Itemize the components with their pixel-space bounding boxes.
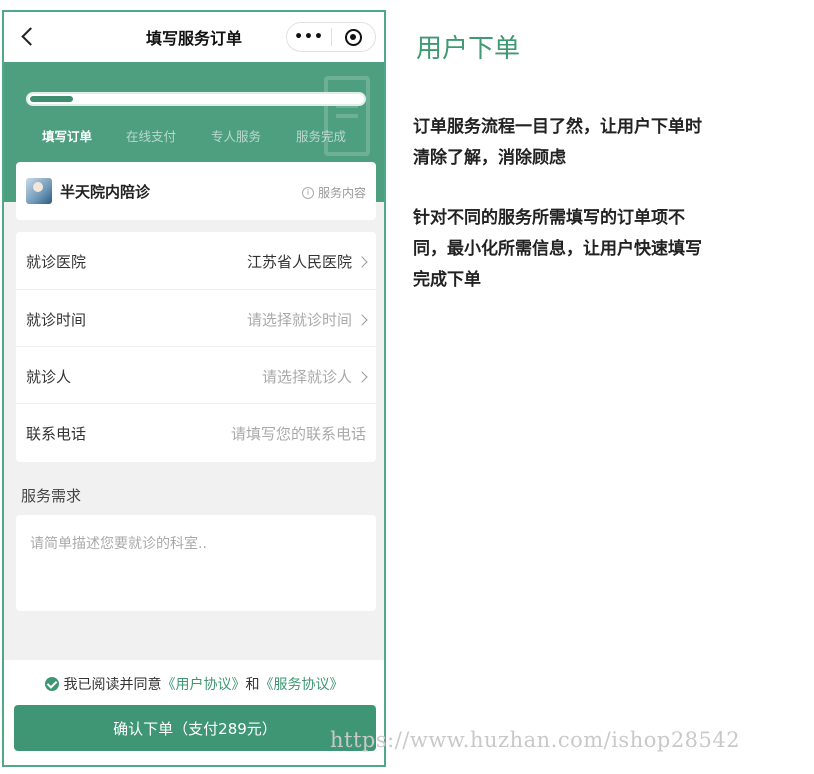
service-agreement-link[interactable]: 《服务协议》 xyxy=(260,674,344,694)
side-paragraph-1: 订单服务流程一目了然，让用户下单时清除了解，消除顾虑 xyxy=(413,117,702,168)
phone-screen: 填写服务订单 ••• 填写订单 在线支付 专人服务 服务完成 半天院内陪诊 i … xyxy=(2,10,386,767)
user-agreement-link[interactable]: 《用户协议》 xyxy=(162,674,246,694)
form-row-visit-time[interactable]: 就诊时间 请选择就诊时间 xyxy=(16,289,376,346)
agreement-line: 我已阅读并同意 《用户协议》 和 《服务协议》 xyxy=(4,674,384,694)
visit-time-value: 请选择就诊时间 xyxy=(246,309,368,330)
order-form: 就诊医院 江苏省人民医院 就诊时间 请选择就诊时间 就诊人 请选择就诊人 联系电… xyxy=(16,232,376,462)
visit-time-value-text: 请选择就诊时间 xyxy=(246,311,352,329)
side-heading: 用户下单 xyxy=(416,34,521,64)
form-row-hospital[interactable]: 就诊医院 江苏省人民医院 xyxy=(16,232,376,289)
page-title: 填写服务订单 xyxy=(145,29,242,48)
visit-time-label: 就诊时间 xyxy=(26,311,87,329)
progress-fill xyxy=(30,96,73,102)
phone-input-text: 请填写您的联系电话 xyxy=(230,425,366,443)
target-icon xyxy=(344,28,362,46)
order-steps: 填写订单 在线支付 专人服务 服务完成 xyxy=(4,126,384,146)
confirm-order-button[interactable]: 确认下单（支付289元） xyxy=(14,705,376,751)
step-dedicated-service: 专人服务 xyxy=(211,129,262,144)
hospital-label: 就诊医院 xyxy=(26,253,87,271)
patient-value: 请选择就诊人 xyxy=(261,366,368,387)
service-card: 半天院内陪诊 i 服务内容 xyxy=(16,162,376,220)
service-content-label: 服务内容 xyxy=(317,186,366,200)
phone-label: 联系电话 xyxy=(26,425,87,443)
service-name: 半天院内陪诊 xyxy=(60,183,151,201)
patient-value-text: 请选择就诊人 xyxy=(261,368,352,386)
chevron-right-icon xyxy=(356,255,368,268)
more-icon[interactable]: ••• xyxy=(287,29,331,45)
hospital-value-text: 江苏省人民医院 xyxy=(246,253,352,271)
watermark-text: https://www.huzhan.com/ishop28542 xyxy=(330,728,741,752)
phone-input[interactable]: 请填写您的联系电话 xyxy=(231,423,366,444)
chevron-right-icon xyxy=(356,313,368,326)
service-requirement-textarea[interactable]: 请简单描述您要就诊的科室.. xyxy=(16,515,376,611)
agreement-and: 和 xyxy=(245,677,260,693)
hospital-value: 江苏省人民医院 xyxy=(246,251,368,272)
side-paragraph-2: 针对不同的服务所需填写的订单项不同，最小化所需信息，让用户快速填写完成下单 xyxy=(413,208,702,290)
service-content-link[interactable]: i 服务内容 xyxy=(301,184,366,201)
info-icon: i xyxy=(301,186,314,199)
agreement-prefix: 我已阅读并同意 xyxy=(63,677,162,693)
check-circle-icon[interactable] xyxy=(44,677,59,691)
patient-label: 就诊人 xyxy=(26,368,72,386)
mini-program-capsule: ••• xyxy=(286,22,376,52)
requirement-placeholder: 请简单描述您要就诊的科室.. xyxy=(30,536,207,552)
step-service-complete: 服务完成 xyxy=(296,129,347,144)
chevron-right-icon xyxy=(356,370,368,383)
form-row-patient[interactable]: 就诊人 请选择就诊人 xyxy=(16,346,376,403)
close-miniprogram-button[interactable] xyxy=(332,28,375,46)
progress-bar xyxy=(26,92,366,106)
back-arrow-icon[interactable] xyxy=(18,25,40,49)
bottom-bar: 我已阅读并同意 《用户协议》 和 《服务协议》 确认下单（支付289元） xyxy=(4,660,384,765)
service-thumbnail xyxy=(26,178,52,204)
step-fill-order: 填写订单 xyxy=(42,129,93,144)
form-row-phone[interactable]: 联系电话 请填写您的联系电话 xyxy=(16,403,376,460)
service-requirement-title: 服务需求 xyxy=(21,487,82,505)
step-online-pay: 在线支付 xyxy=(126,129,177,144)
navbar: 填写服务订单 ••• xyxy=(4,12,384,62)
